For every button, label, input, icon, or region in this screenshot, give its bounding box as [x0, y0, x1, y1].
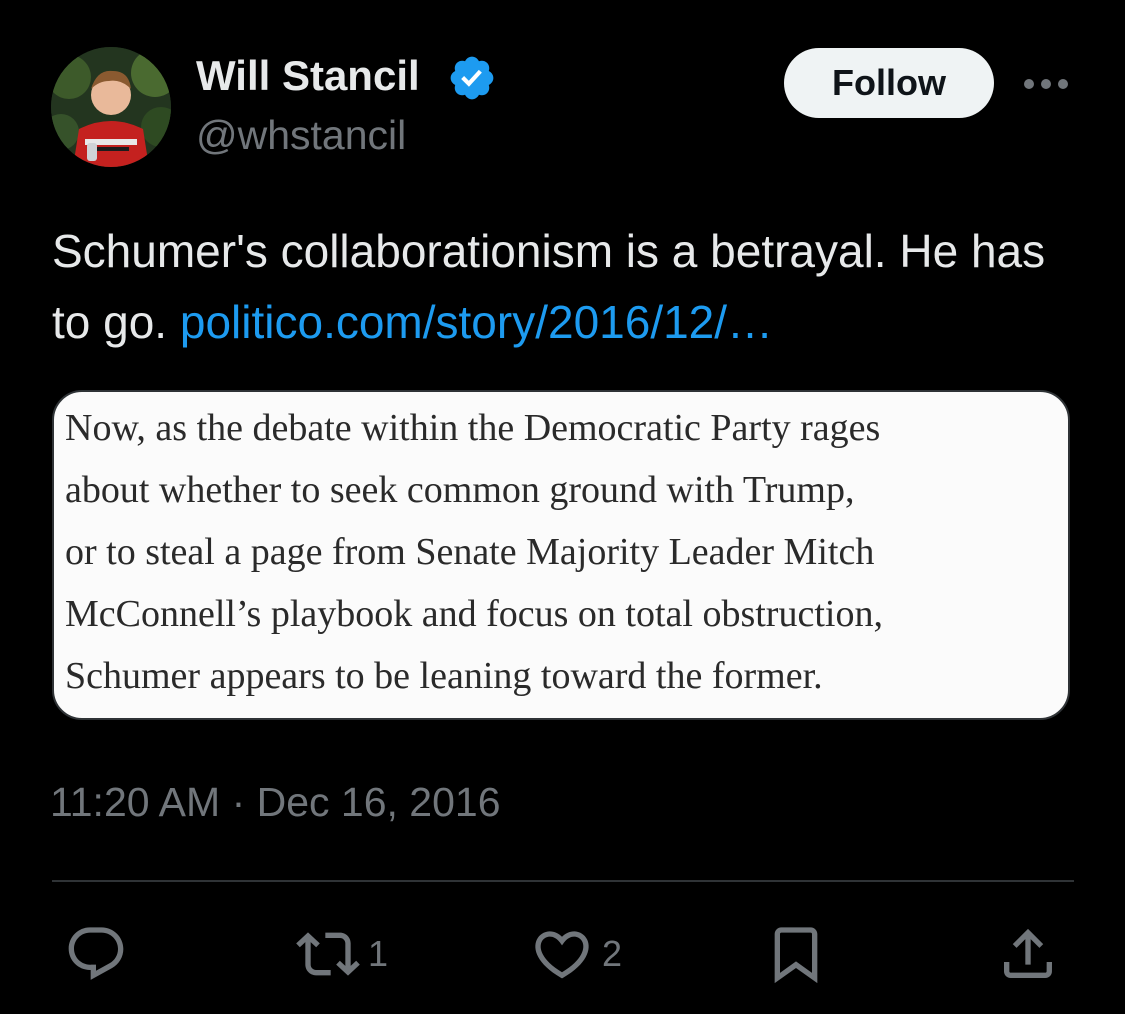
- quote-line: Schumer appears to be leaning toward the…: [65, 655, 823, 697]
- follow-button[interactable]: Follow: [784, 48, 994, 118]
- more-options-icon[interactable]: [1016, 64, 1076, 104]
- tweet-media-image[interactable]: Now, as the debate within the Democratic…: [52, 390, 1070, 720]
- share-icon: [1004, 928, 1052, 978]
- divider: [52, 880, 1074, 882]
- bookmark-icon: [774, 927, 818, 984]
- quote-line: or to steal a page from Senate Majority …: [65, 531, 875, 573]
- like-count: 2: [602, 933, 623, 974]
- tweet-link[interactable]: politico.com/story/2016/12/…: [180, 296, 773, 348]
- bookmark-button[interactable]: [764, 922, 828, 986]
- quote-line: about whether to seek common ground with…: [65, 469, 855, 511]
- like-button[interactable]: 2: [530, 922, 622, 986]
- heart-icon: [535, 931, 589, 979]
- reply-button[interactable]: [64, 922, 128, 986]
- tweet-text: Schumer's collaborationism is a betrayal…: [52, 216, 1082, 358]
- profile-photo-icon: [51, 47, 171, 167]
- author-handle[interactable]: @whstancil: [196, 112, 406, 159]
- reply-icon: [68, 927, 124, 980]
- quote-line: McConnell’s playbook and focus on total …: [65, 593, 883, 635]
- tweet-timestamp[interactable]: 11:20 AM · Dec 16, 2016: [50, 779, 501, 826]
- share-button[interactable]: [996, 922, 1060, 986]
- quote-line: Now, as the debate within the Democratic…: [65, 407, 881, 449]
- author-display-name[interactable]: Will Stancil: [196, 52, 420, 100]
- retweet-button[interactable]: 1: [296, 922, 388, 986]
- verified-badge-icon: [447, 53, 497, 103]
- avatar[interactable]: [51, 47, 171, 167]
- retweet-count: 1: [368, 933, 389, 974]
- retweet-icon: [296, 932, 360, 976]
